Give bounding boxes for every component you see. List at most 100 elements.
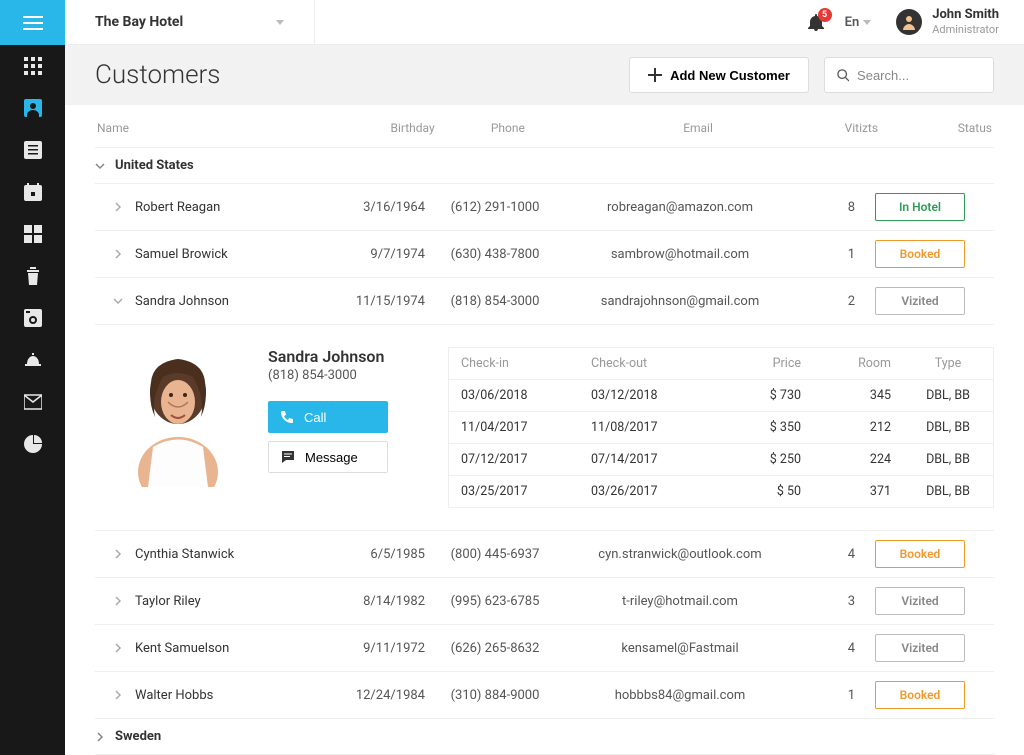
- nav-customers[interactable]: [0, 87, 65, 129]
- status-badge: Booked: [875, 240, 965, 268]
- customer-photo: [113, 347, 243, 487]
- customer-birthday: 9/7/1974: [315, 247, 425, 262]
- customer-name: Cynthia Stanwick: [135, 547, 234, 562]
- topbar: The Bay Hotel 5 En John Smith Administra…: [65, 0, 1024, 45]
- customer-phone: (310) 884-9000: [425, 688, 565, 703]
- customer-row[interactable]: Walter Hobbs 12/24/1984 (310) 884-9000 h…: [95, 671, 994, 718]
- customer-name: Robert Reagan: [135, 200, 220, 215]
- col-type: Type: [903, 348, 993, 379]
- nav-laundry[interactable]: [0, 297, 65, 339]
- visit-row[interactable]: 03/06/201803/12/2018$ 730345DBL, BB: [449, 380, 993, 412]
- customer-name: Samuel Browick: [135, 247, 228, 262]
- call-button[interactable]: Call: [268, 401, 388, 433]
- customer-email: robreagan@amazon.com: [565, 200, 795, 215]
- call-label: Call: [304, 410, 326, 425]
- col-birthday[interactable]: Birthday: [323, 107, 435, 145]
- customer-name: Sandra Johnson: [135, 294, 229, 309]
- user-name: John Smith: [932, 8, 999, 22]
- trash-icon: [24, 267, 42, 285]
- visit-row[interactable]: 11/04/201711/08/2017$ 350212DBL, BB: [449, 412, 993, 444]
- visit-row[interactable]: 03/25/201703/26/2017$ 50371DBL, BB: [449, 476, 993, 507]
- col-price: Price: [729, 348, 813, 379]
- customer-phone: (612) 291-1000: [425, 200, 565, 215]
- customer-visits: 4: [795, 547, 855, 562]
- col-email[interactable]: Email: [581, 107, 815, 145]
- notifications-button[interactable]: 5: [807, 13, 825, 31]
- property-name: The Bay Hotel: [95, 14, 183, 30]
- visits-header: Check-in Check-out Price Room Type: [449, 348, 993, 380]
- nav-mail[interactable]: [0, 381, 65, 423]
- message-label: Message: [305, 450, 358, 465]
- customer-phone: (630) 438-7800: [425, 247, 565, 262]
- col-checkout: Check-out: [579, 348, 729, 379]
- col-status[interactable]: Status: [880, 107, 992, 145]
- group-sweden[interactable]: Sweden: [95, 718, 994, 754]
- customer-birthday: 9/11/1972: [315, 641, 425, 656]
- customer-row[interactable]: Taylor Riley 8/14/1982 (995) 623-6785 t-…: [95, 577, 994, 624]
- page-title: Customers: [95, 60, 614, 90]
- col-phone[interactable]: Phone: [437, 107, 579, 145]
- status-badge: Vizited: [875, 587, 965, 615]
- nav-apps[interactable]: [0, 45, 65, 87]
- nav-service[interactable]: [0, 339, 65, 381]
- lang-label: En: [845, 15, 860, 30]
- nav-reports[interactable]: [0, 423, 65, 465]
- nav-list[interactable]: [0, 129, 65, 171]
- customer-email: kensamel@Fastmail: [565, 641, 795, 656]
- user-avatar: [896, 9, 922, 35]
- col-name[interactable]: Name: [97, 107, 321, 145]
- user-role: Administrator: [932, 23, 999, 36]
- add-button-label: Add New Customer: [670, 68, 790, 83]
- visits-table: Check-in Check-out Price Room Type 03/06…: [448, 347, 994, 508]
- search-input[interactable]: [857, 68, 981, 83]
- customer-row[interactable]: Robert Reagan 3/16/1964 (612) 291-1000 r…: [95, 183, 994, 230]
- group-label: Sweden: [115, 729, 161, 744]
- customer-phone: (626) 265-8632: [425, 641, 565, 656]
- customer-row[interactable]: Cynthia Stanwick 6/5/1985 (800) 445-6937…: [95, 530, 994, 577]
- customer-row[interactable]: Samuel Browick 9/7/1974 (630) 438-7800 s…: [95, 230, 994, 277]
- property-selector[interactable]: The Bay Hotel: [65, 0, 315, 44]
- nav-trash[interactable]: [0, 255, 65, 297]
- customer-row[interactable]: Kent Samuelson 9/11/1972 (626) 265-8632 …: [95, 624, 994, 671]
- customer-email: t-riley@hotmail.com: [565, 594, 795, 609]
- customer-birthday: 3/16/1964: [315, 200, 425, 215]
- apps-icon: [24, 57, 42, 75]
- chevron-right-icon: [113, 549, 123, 559]
- language-selector[interactable]: En: [845, 15, 872, 30]
- nav-rooms[interactable]: [0, 213, 65, 255]
- chevron-right-icon: [113, 202, 123, 212]
- status-badge: Vizited: [875, 287, 965, 315]
- col-visits[interactable]: Vitizts: [817, 107, 878, 145]
- customer-visits: 1: [795, 688, 855, 703]
- nav-rail: [0, 0, 65, 755]
- rooms-icon: [24, 225, 42, 243]
- detail-phone: (818) 854-3000: [268, 368, 423, 383]
- status-badge: Booked: [875, 540, 965, 568]
- customer-row-expanded[interactable]: Sandra Johnson 11/15/1974 (818) 854-3000…: [95, 277, 994, 324]
- customers-icon: [24, 99, 42, 117]
- search-box[interactable]: [824, 57, 994, 93]
- customer-detail-panel: Sandra Johnson (818) 854-3000 Call Messa…: [95, 324, 994, 530]
- customer-name: Taylor Riley: [135, 594, 201, 609]
- chevron-right-icon: [113, 249, 123, 259]
- user-menu[interactable]: John Smith Administrator: [896, 8, 1024, 35]
- message-button[interactable]: Message: [268, 441, 388, 473]
- content-area: Name Birthday Phone Email Vitizts Status…: [65, 105, 1024, 755]
- add-new-customer-button[interactable]: Add New Customer: [629, 57, 809, 93]
- message-icon: [281, 450, 295, 464]
- detail-name: Sandra Johnson: [268, 347, 423, 366]
- visit-row[interactable]: 07/12/201707/14/2017$ 250224DBL, BB: [449, 444, 993, 476]
- customer-visits: 1: [795, 247, 855, 262]
- chevron-right-icon: [113, 596, 123, 606]
- group-united-states[interactable]: United States: [95, 147, 994, 183]
- phone-icon: [280, 410, 294, 424]
- dropdown-icon: [276, 20, 284, 25]
- laundry-icon: [24, 309, 42, 327]
- group-label: United States: [115, 158, 194, 173]
- nav-calendar[interactable]: [0, 171, 65, 213]
- menu-toggle[interactable]: [0, 0, 65, 45]
- customer-birthday: 12/24/1984: [315, 688, 425, 703]
- dropdown-icon: [863, 20, 871, 25]
- customer-visits: 8: [795, 200, 855, 215]
- chevron-down-icon: [113, 296, 123, 306]
